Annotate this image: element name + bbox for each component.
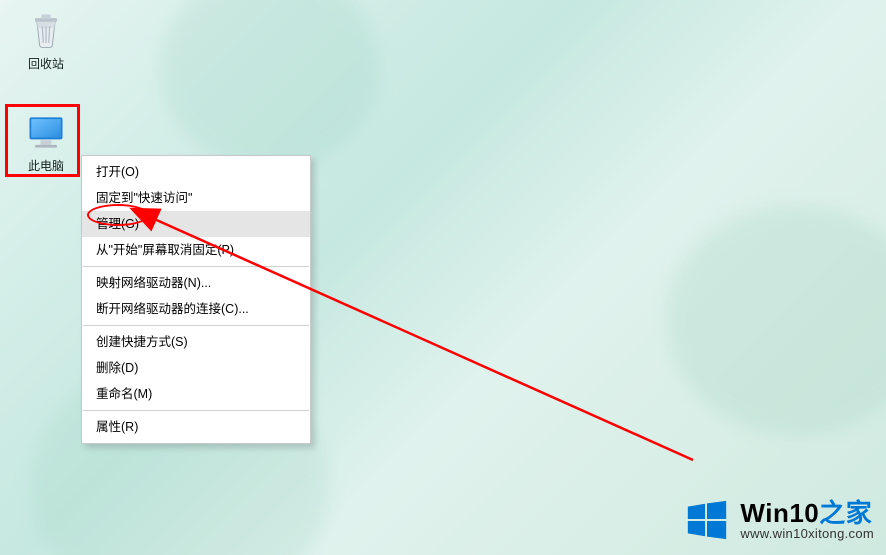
menu-item-label: 打开(O) xyxy=(96,165,139,179)
menu-item-label: 从"开始"屏幕取消固定(P) xyxy=(96,243,234,257)
menu-item-open[interactable]: 打开(O) xyxy=(82,159,310,185)
bg-blob xyxy=(160,0,380,170)
menu-item-delete[interactable]: 删除(D) xyxy=(82,355,310,381)
recycle-bin-icon xyxy=(22,6,70,54)
menu-separator xyxy=(83,325,309,326)
menu-item-label: 重命名(M) xyxy=(96,387,152,401)
menu-separator xyxy=(83,266,309,267)
computer-icon xyxy=(22,108,70,156)
menu-item-label: 删除(D) xyxy=(96,361,138,375)
watermark-title-suffix: 之家 xyxy=(819,498,872,528)
menu-item-create-shortcut[interactable]: 创建快捷方式(S) xyxy=(82,329,310,355)
menu-item-label: 属性(R) xyxy=(96,420,138,434)
menu-item-label: 断开网络驱动器的连接(C)... xyxy=(96,302,249,316)
menu-item-label: 映射网络驱动器(N)... xyxy=(96,276,211,290)
bg-blob xyxy=(666,205,886,435)
menu-item-map-network-drive[interactable]: 映射网络驱动器(N)... xyxy=(82,270,310,296)
desktop-icon-label: 此电脑 xyxy=(9,159,83,173)
menu-separator xyxy=(83,410,309,411)
desktop-icon-label: 回收站 xyxy=(9,57,83,71)
watermark-title-prefix: Win10 xyxy=(740,498,819,528)
menu-item-unpin-start[interactable]: 从"开始"屏幕取消固定(P) xyxy=(82,237,310,263)
watermark-title: Win10之家 xyxy=(740,499,874,528)
desktop-icon-this-pc[interactable]: 此电脑 xyxy=(9,108,83,173)
menu-item-manage[interactable]: 管理(G) xyxy=(82,211,310,237)
menu-item-label: 固定到"快速访问" xyxy=(96,191,192,205)
desktop-icon-recycle-bin[interactable]: 回收站 xyxy=(9,6,83,71)
menu-item-disconnect-network-drive[interactable]: 断开网络驱动器的连接(C)... xyxy=(82,296,310,322)
menu-item-label: 创建快捷方式(S) xyxy=(96,335,188,349)
context-menu-this-pc: 打开(O) 固定到"快速访问" 管理(G) 从"开始"屏幕取消固定(P) 映射网… xyxy=(81,155,311,444)
menu-item-properties[interactable]: 属性(R) xyxy=(82,414,310,440)
menu-item-pin-quick-access[interactable]: 固定到"快速访问" xyxy=(82,185,310,211)
windows-logo-icon xyxy=(684,497,730,543)
watermark: Win10之家 www.win10xitong.com xyxy=(684,497,874,543)
menu-item-label: 管理(G) xyxy=(96,217,139,231)
watermark-url: www.win10xitong.com xyxy=(740,527,874,541)
menu-item-rename[interactable]: 重命名(M) xyxy=(82,381,310,407)
